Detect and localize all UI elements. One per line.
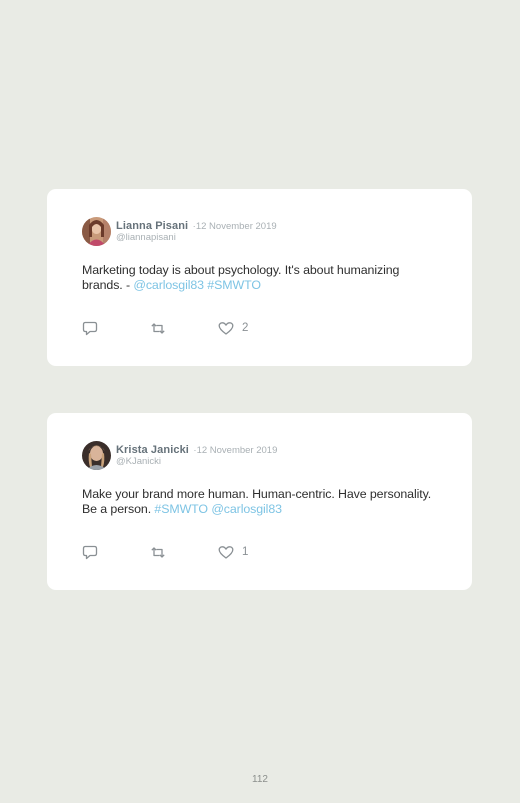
heart-icon[interactable]	[218, 545, 234, 560]
comment-icon[interactable]	[82, 545, 98, 560]
like-count: 2	[242, 322, 249, 334]
tweet-header: Krista Janicki ·12 November 2019	[116, 442, 277, 457]
tweet-date[interactable]: 12 November 2019	[197, 445, 278, 456]
author-name[interactable]: Lianna Pisani	[116, 220, 188, 232]
page-number: 112	[252, 774, 268, 785]
tweet-header: Lianna Pisani ·12 November 2019	[116, 218, 277, 233]
tweet-text: Marketing today is about psychology. It'…	[82, 263, 442, 293]
mention-link[interactable]: @carlosgil83	[133, 278, 204, 292]
author-handle[interactable]: @KJanicki	[116, 456, 161, 468]
comment-icon[interactable]	[82, 321, 98, 336]
author-name[interactable]: Krista Janicki	[116, 444, 189, 456]
tweet-date[interactable]: 12 November 2019	[196, 221, 277, 232]
like-count: 1	[242, 546, 249, 558]
retweet-icon[interactable]	[150, 321, 166, 336]
tweet-card: Lianna Pisani ·12 November 2019 @liannap…	[47, 189, 472, 366]
hashtag-link[interactable]: #SMWTO	[154, 502, 208, 516]
avatar[interactable]	[82, 441, 111, 470]
mention-link[interactable]: @carlosgil83	[211, 502, 282, 516]
tweet-card: Krista Janicki ·12 November 2019 @KJanic…	[47, 413, 472, 590]
retweet-icon[interactable]	[150, 545, 166, 560]
tweet-text: Make your brand more human. Human-centri…	[82, 487, 442, 517]
author-handle[interactable]: @liannapisani	[116, 232, 176, 244]
avatar[interactable]	[82, 217, 111, 246]
hashtag-link[interactable]: #SMWTO	[207, 278, 261, 292]
heart-icon[interactable]	[218, 321, 234, 336]
